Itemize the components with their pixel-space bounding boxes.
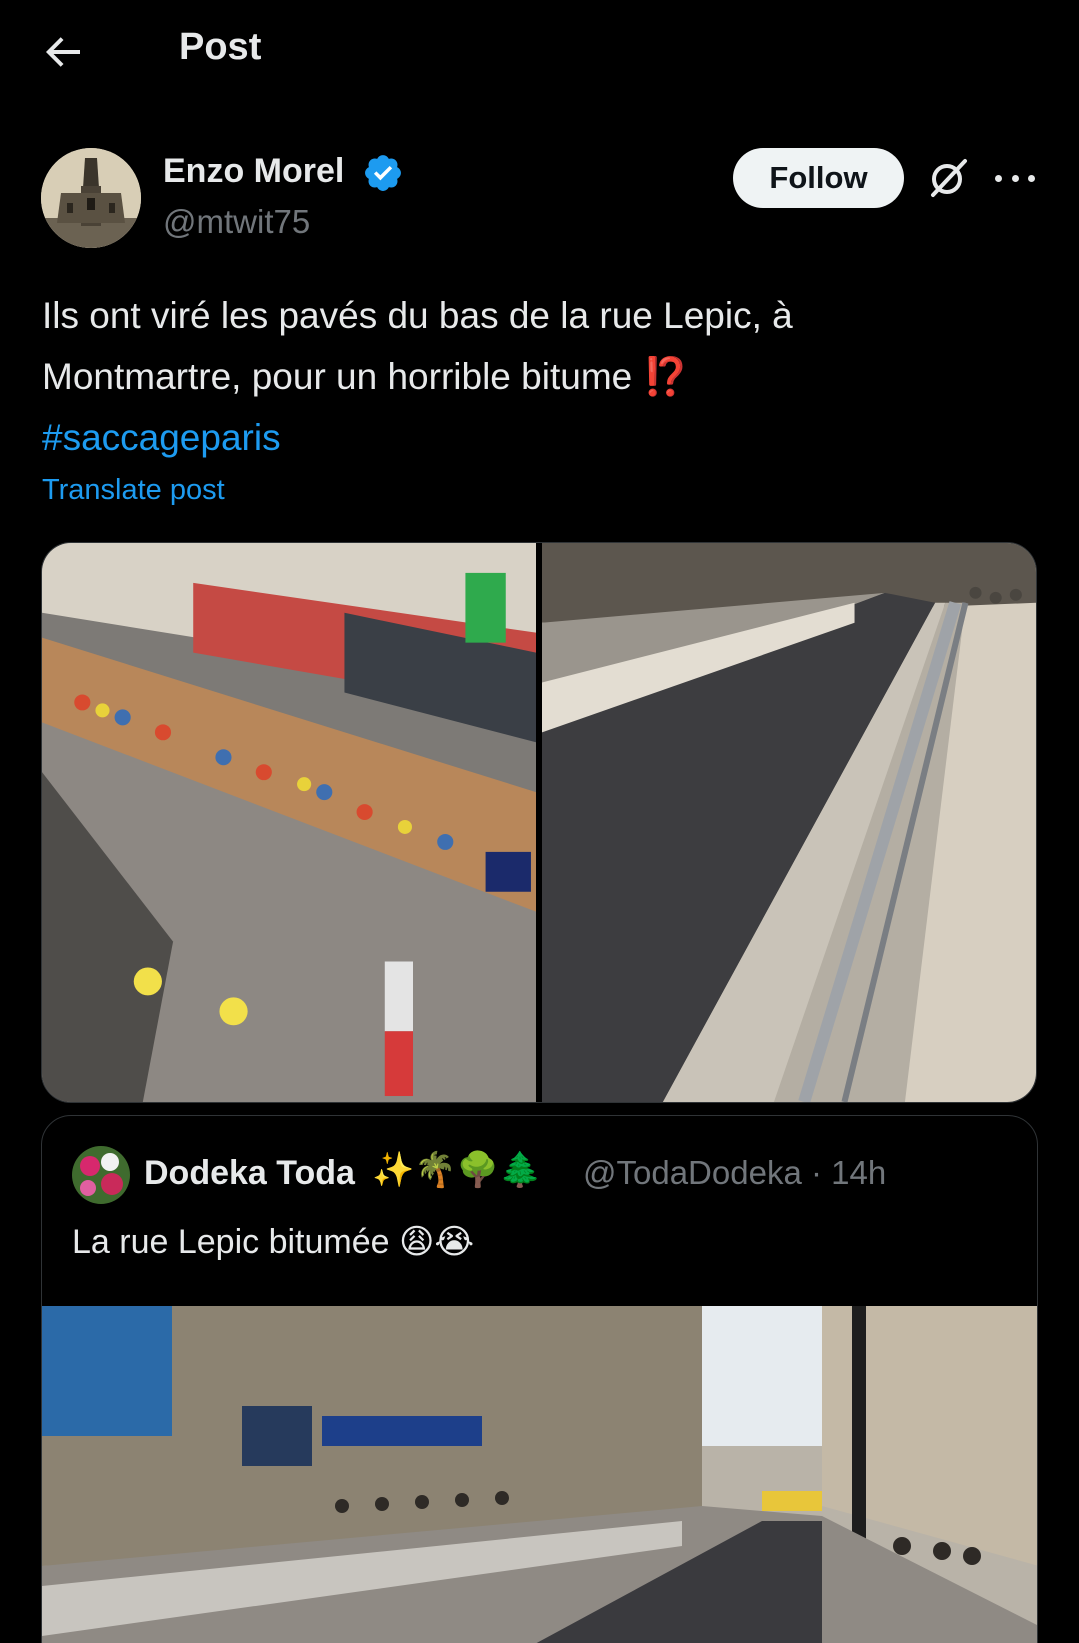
translate-post-link[interactable]: Translate post <box>42 474 225 507</box>
exclamation-question-emoji: ⁉️ <box>642 356 689 397</box>
photo-crowd-cobblestone-street[interactable] <box>42 543 536 1102</box>
quoted-author-name-emojis: ✨🌴🌳🌲 <box>372 1151 542 1189</box>
photo-asphalt-street[interactable] <box>542 543 1036 1102</box>
post-text-line-1: Ils ont viré les pavés du bas de la rue … <box>42 295 793 336</box>
quoted-avatar[interactable] <box>72 1146 130 1204</box>
post-text: Ils ont viré les pavés du bas de la rue … <box>42 285 1042 468</box>
author-handle[interactable]: @mtwit75 <box>163 203 310 241</box>
page-title: Post <box>179 26 262 68</box>
photo-asphalt-street-wide[interactable] <box>42 1306 1037 1643</box>
arrow-left-icon[interactable] <box>40 28 88 76</box>
quoted-post[interactable]: Dodeka Toda ✨🌴🌳🌲 @TodaDodeka · 14h La ru… <box>41 1115 1038 1643</box>
verified-badge-icon <box>362 152 404 194</box>
quoted-post-text: La rue Lepic bitumée 😩😭 <box>72 1223 475 1261</box>
top-bar: Post <box>0 0 1079 100</box>
grok-icon[interactable] <box>925 155 971 201</box>
post-text-line-2: Montmartre, pour un horrible bitume ⁉️ <box>42 346 1042 407</box>
hashtag-link[interactable]: #saccageparis <box>42 407 1042 468</box>
avatar[interactable] <box>41 148 141 248</box>
author-name[interactable]: Enzo Morel <box>163 152 344 191</box>
more-icon[interactable] <box>995 160 1035 196</box>
quoted-author-handle-time: @TodaDodeka · 14h <box>583 1154 887 1191</box>
media-grid <box>41 542 1037 1103</box>
quoted-author-name[interactable]: Dodeka Toda <box>144 1154 355 1193</box>
post-text-line-2-text: Montmartre, pour un horrible bitume <box>42 356 643 397</box>
follow-button[interactable]: Follow <box>733 148 904 208</box>
